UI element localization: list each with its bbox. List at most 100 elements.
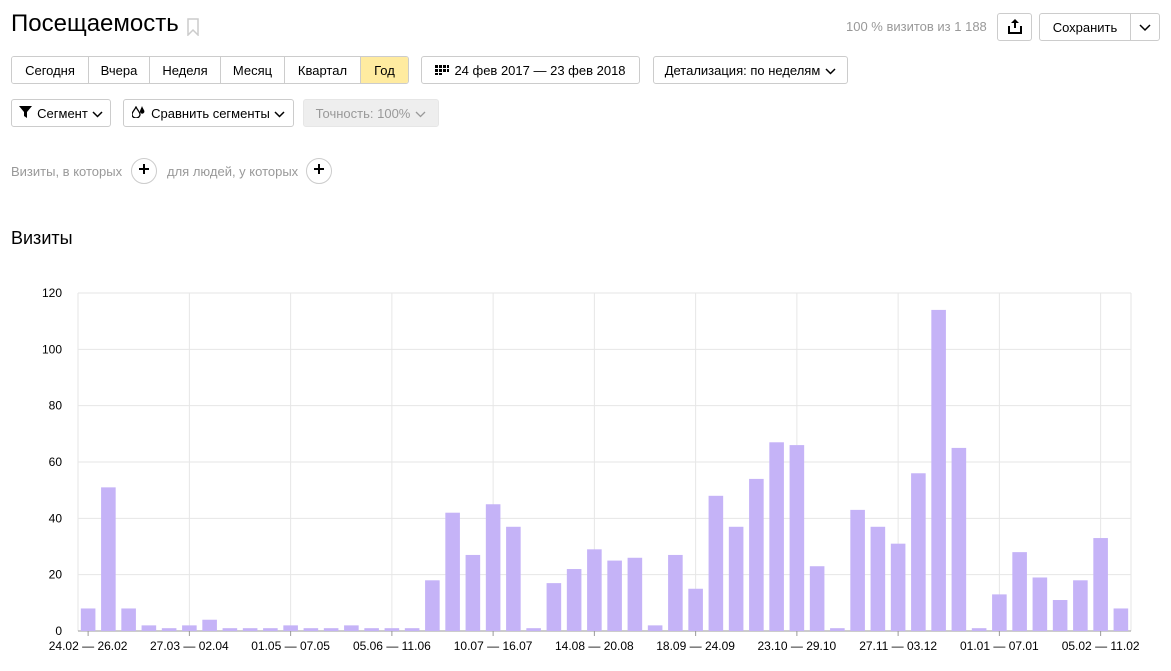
tab-week[interactable]: Неделя (150, 57, 221, 83)
bar[interactable] (202, 619, 217, 631)
bar[interactable] (749, 478, 764, 631)
y-tick-label: 80 (49, 399, 63, 413)
add-people-condition-button[interactable] (306, 158, 332, 184)
bar[interactable] (303, 628, 319, 631)
chevron-down-icon (1139, 20, 1151, 35)
bar[interactable] (101, 487, 116, 631)
bar[interactable] (809, 566, 825, 631)
x-tick-label: 01.01 — 07.01 (960, 639, 1039, 653)
section-title: Визиты (11, 228, 73, 248)
tab-month[interactable]: Месяц (221, 57, 285, 83)
x-tick-label: 01.05 — 07.05 (251, 639, 330, 653)
bookmark-icon[interactable] (186, 18, 200, 37)
bar[interactable] (283, 625, 298, 631)
plus-icon (313, 162, 325, 180)
bar[interactable] (587, 549, 602, 631)
bar[interactable] (1012, 552, 1027, 631)
bar[interactable] (323, 628, 339, 631)
bar[interactable] (1032, 577, 1048, 631)
bar[interactable] (789, 445, 805, 631)
segment-button[interactable]: Сегмент (11, 99, 111, 127)
bar[interactable] (850, 509, 865, 631)
tab-yesterday[interactable]: Вчера (89, 57, 150, 83)
bar[interactable] (728, 526, 744, 631)
bar[interactable] (1113, 608, 1129, 631)
bar[interactable] (121, 608, 136, 631)
bar[interactable] (830, 628, 845, 631)
bar[interactable] (465, 554, 481, 631)
y-tick-label: 20 (49, 568, 63, 582)
filter-icon (19, 105, 33, 121)
x-tick-label: 05.02 — 11.02 (1062, 639, 1140, 653)
bar[interactable] (526, 628, 541, 631)
detail-label: Детализация: по неделям (664, 62, 821, 78)
bar[interactable] (607, 560, 622, 631)
tab-year[interactable]: Год (361, 57, 408, 83)
bar[interactable] (485, 504, 501, 631)
save-button[interactable]: Сохранить (1039, 13, 1131, 41)
bar[interactable] (951, 447, 967, 631)
add-visit-condition-button[interactable] (131, 158, 157, 184)
calendar-icon (435, 63, 450, 78)
x-tick-label: 18.09 — 24.09 (656, 639, 735, 653)
bar[interactable] (769, 442, 784, 631)
chevron-down-icon (825, 63, 836, 78)
segment-label: Сегмент (37, 105, 88, 121)
bar[interactable] (668, 554, 683, 631)
bar[interactable] (344, 625, 359, 631)
bar[interactable] (1093, 538, 1108, 631)
date-range-button[interactable]: 24 фев 2017 — 23 фев 2018 (421, 56, 640, 84)
page-title: Посещаемость (11, 10, 179, 37)
chevron-down-icon (274, 106, 285, 121)
chart-bars (80, 309, 1129, 631)
bar[interactable] (445, 512, 460, 631)
bar[interactable] (384, 628, 400, 631)
bar[interactable] (566, 569, 582, 631)
bar[interactable] (141, 625, 157, 631)
y-tick-label: 120 (42, 286, 62, 300)
y-tick-label: 40 (49, 511, 63, 525)
x-tick-label: 14.08 — 20.08 (555, 639, 634, 653)
compare-icon (131, 105, 146, 121)
bar[interactable] (222, 628, 238, 631)
bar[interactable] (425, 580, 440, 631)
bar[interactable] (161, 628, 177, 631)
plus-icon (138, 162, 150, 180)
tab-today[interactable]: Сегодня (12, 57, 89, 83)
x-tick-label: 27.11 — 03.12 (859, 639, 937, 653)
x-tick-label: 24.02 — 26.02 (49, 639, 128, 653)
y-tick-label: 60 (49, 455, 63, 469)
accuracy-button[interactable]: Точность: 100% (303, 99, 439, 127)
x-tick-label: 05.06 — 11.06 (353, 639, 431, 653)
bar[interactable] (708, 495, 724, 631)
bar[interactable] (870, 526, 886, 631)
detail-button[interactable]: Детализация: по неделям (653, 56, 848, 84)
bar[interactable] (647, 625, 663, 631)
bar[interactable] (1052, 600, 1068, 631)
tab-quarter[interactable]: Квартал (285, 57, 361, 83)
date-range-label: 24 фев 2017 — 23 фев 2018 (454, 62, 626, 78)
bar[interactable] (546, 583, 562, 631)
bar[interactable] (971, 628, 987, 631)
bar[interactable] (263, 628, 278, 631)
bar[interactable] (242, 628, 258, 631)
bar[interactable] (404, 628, 420, 631)
bar[interactable] (182, 625, 197, 631)
share-button[interactable] (997, 13, 1032, 41)
visits-bar-chart: 0 20 40 60 80 100 120 24.02 — 26.02 27.03 — 02.0… (42, 286, 1140, 653)
bar[interactable] (992, 594, 1007, 631)
compare-segments-button[interactable]: Сравнить сегменты (123, 99, 294, 127)
bar[interactable] (627, 557, 643, 631)
bar[interactable] (931, 309, 946, 631)
save-options-button[interactable] (1130, 13, 1160, 41)
bar[interactable] (364, 628, 379, 631)
bar[interactable] (911, 473, 926, 631)
accuracy-label: Точность: 100% (315, 105, 411, 121)
bar[interactable] (80, 608, 96, 631)
bar[interactable] (688, 588, 703, 631)
bar[interactable] (506, 526, 521, 631)
chevron-down-icon (92, 106, 103, 121)
chevron-down-icon (415, 106, 426, 121)
bar[interactable] (1073, 580, 1088, 631)
bar[interactable] (890, 543, 906, 631)
